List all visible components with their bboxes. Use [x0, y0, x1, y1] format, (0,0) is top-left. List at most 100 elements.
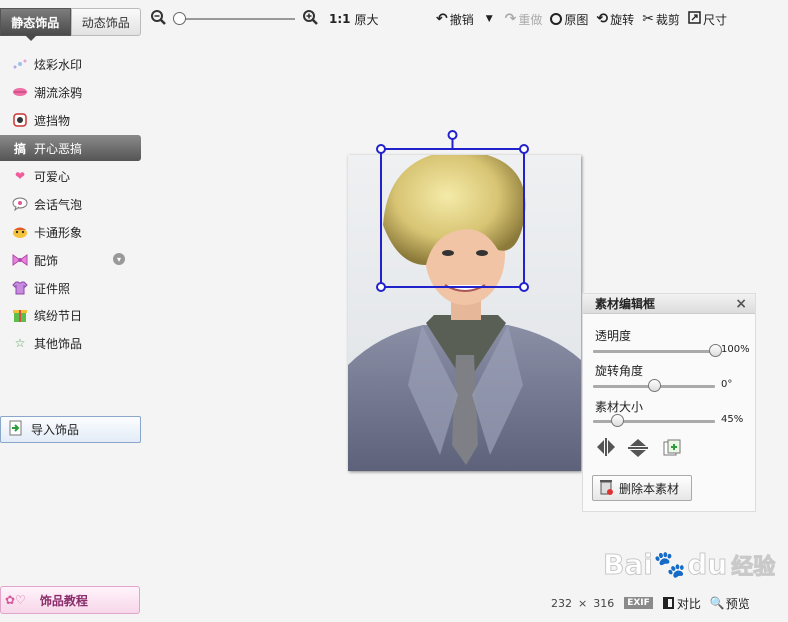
baidu-watermark: Bai 🐾 du 经验 [603, 548, 776, 582]
app-root: { "sidebar": { "tabs": [{"label": "静态饰品"… [0, 0, 788, 622]
tab-animated-decorations[interactable]: 动态饰品 [70, 8, 141, 36]
original-image-button[interactable]: 原图 [550, 11, 588, 28]
category-label: 配饰 [34, 253, 59, 268]
resize-button[interactable]: 尺寸 [688, 11, 727, 28]
crop-label: 裁剪 [655, 12, 680, 27]
tutorial-label: 饰品教程 [39, 593, 88, 608]
gift-icon [12, 307, 28, 323]
copy-material-icon[interactable] [663, 439, 681, 460]
flip-horizontal-icon[interactable] [595, 437, 617, 460]
rotation-angle-slider[interactable] [593, 379, 715, 392]
material-size-slider-knob[interactable] [611, 414, 625, 427]
category-item-cute-heart[interactable]: ❤ 可爱心 [0, 163, 141, 189]
bow-icon [12, 252, 28, 268]
preview-icon: 🔍 [709, 596, 725, 610]
category-label: 遮挡物 [34, 113, 71, 128]
category-item-graffiti[interactable]: 潮流涂鸦 [0, 79, 141, 105]
resize-handle[interactable] [519, 144, 529, 154]
redo-button[interactable]: ↷ 重做 [505, 11, 543, 28]
resize-handle[interactable] [376, 144, 386, 154]
opacity-value: 100% [721, 344, 750, 355]
category-item-funny[interactable]: 搞 开心恶搞 [0, 135, 141, 161]
rotation-angle-slider-knob[interactable] [648, 379, 661, 392]
category-item-id-photo[interactable]: 证件照 [0, 275, 141, 301]
watermark-text-2: du [687, 548, 728, 582]
category-item-festival[interactable]: 缤纷节日 [0, 302, 141, 328]
status-bar: 232 × 316 EXIF 对比 🔍 预览 [551, 594, 750, 612]
material-size-value: 45% [721, 414, 744, 425]
close-icon[interactable]: × [735, 296, 747, 312]
rotation-angle-label: 旋转角度 [595, 364, 644, 378]
import-label: 导入饰品 [31, 423, 80, 437]
zoom-out-icon[interactable] [151, 9, 167, 29]
zoom-slider-knob[interactable] [173, 12, 186, 25]
opacity-label: 透明度 [595, 329, 632, 343]
tab-static-decorations[interactable]: 静态饰品 [0, 8, 71, 41]
image-width: 232 [551, 596, 572, 610]
category-label: 缤纷节日 [34, 308, 83, 323]
category-item-other[interactable]: ☆ 其他饰品 [0, 330, 141, 356]
category-item-accessories[interactable]: 配饰 ▾ [0, 247, 141, 273]
paw-icon: 🐾 [653, 549, 687, 580]
mask-icon [12, 112, 28, 128]
zoom-slider[interactable] [173, 12, 295, 25]
rotate-icon: ⟲ [596, 11, 609, 27]
watermark-text-3: 经验 [731, 554, 776, 580]
scissors-icon: ✂ [642, 11, 654, 27]
star-icon: ☆ [14, 336, 26, 350]
lips-icon [12, 84, 28, 100]
delete-label: 删除本素材 [619, 481, 680, 496]
category-label: 卡通形象 [34, 225, 83, 240]
tab-label: 动态饰品 [81, 15, 130, 30]
hand-icon: ✿♡ [5, 593, 26, 607]
panel-header: 素材编辑框 × [583, 294, 755, 314]
trash-icon [599, 479, 613, 498]
rotate-button[interactable]: ⟲ 旋转 [596, 11, 634, 28]
material-size-slider[interactable] [593, 414, 715, 427]
chevron-down-icon[interactable]: ▾ [113, 253, 125, 265]
times-symbol: × [578, 596, 588, 610]
resize-handle[interactable] [519, 282, 529, 292]
category-item-speech-bubble[interactable]: 会话气泡 [0, 191, 141, 217]
speech-bubble-icon [12, 196, 28, 212]
category-label: 会话气泡 [34, 197, 83, 212]
panel-title: 素材编辑框 [595, 297, 656, 311]
delete-material-button[interactable]: 删除本素材 [592, 475, 692, 501]
cartoon-face-icon [12, 224, 28, 240]
redo-label: 重做 [518, 12, 543, 27]
crop-button[interactable]: ✂ 裁剪 [642, 11, 680, 28]
image-height: 316 [593, 596, 615, 610]
caret-down-icon[interactable]: ▼ [486, 14, 493, 24]
shirt-icon [12, 280, 28, 296]
size-label: 尺寸 [702, 12, 727, 27]
resize-handle[interactable] [376, 282, 386, 292]
compare-button[interactable]: 对比 [677, 595, 701, 612]
resize-icon [688, 11, 701, 27]
category-item-cartoon[interactable]: 卡通形象 [0, 219, 141, 245]
zoom-ratio-button[interactable]: 1:1 [329, 12, 351, 26]
opacity-slider[interactable] [593, 344, 722, 357]
import-decoration-button[interactable]: 导入饰品 [0, 416, 141, 443]
category-label: 炫彩水印 [34, 57, 83, 72]
category-item-colorful-watermark[interactable]: 炫彩水印 [0, 51, 141, 77]
rotate-label: 旋转 [610, 12, 635, 27]
material-size-label: 素材大小 [595, 400, 644, 414]
zoom-in-icon[interactable] [303, 9, 319, 29]
undo-button[interactable]: ↶ 撤销 ▼ [436, 11, 493, 28]
compare-icon [662, 597, 674, 609]
edit-toolbar: ↶ 撤销 ▼ ↷ 重做 原图 ⟲ 旋转 ✂ 裁剪 尺寸 [436, 9, 735, 29]
flip-vertical-icon[interactable] [627, 437, 649, 462]
rotate-handle[interactable] [447, 130, 458, 140]
preview-button[interactable]: 预览 [726, 595, 750, 612]
sidebar-tabs: 静态饰品 动态饰品 [0, 8, 141, 41]
redo-icon: ↷ [504, 11, 517, 27]
tutorial-button[interactable]: ✿♡ 饰品教程 [0, 586, 140, 614]
tab-label: 静态饰品 [11, 15, 60, 30]
selection-frame[interactable] [370, 125, 540, 300]
category-label: 开心恶搞 [34, 141, 83, 156]
category-label: 可爱心 [34, 169, 71, 184]
watermark-text: Bai [603, 548, 654, 582]
category-item-mask[interactable]: 遮挡物 [0, 107, 141, 133]
original-size-label[interactable]: 原大 [355, 11, 379, 28]
exif-button[interactable]: EXIF [624, 597, 653, 609]
